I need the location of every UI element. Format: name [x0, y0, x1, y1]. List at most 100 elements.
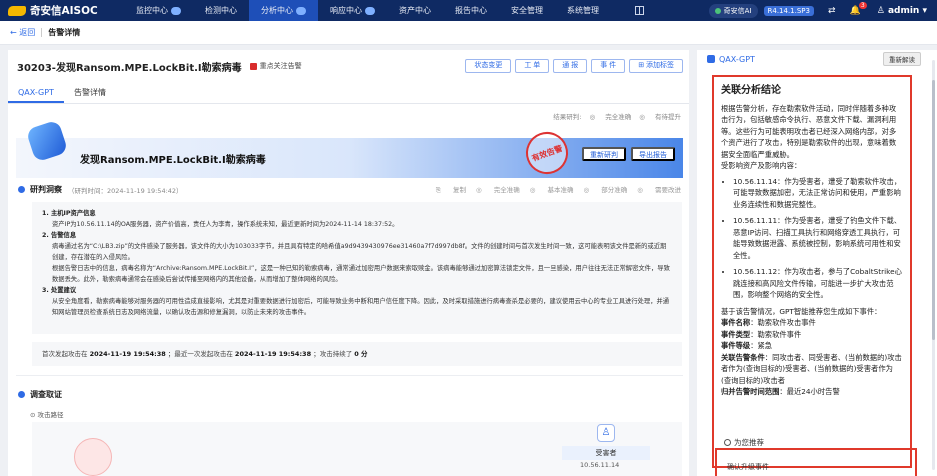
feedback-full[interactable]: ◎ 完全准确 — [476, 184, 520, 195]
nav-label: 报告中心 — [455, 6, 487, 15]
nav-item-assets[interactable]: 资产中心 — [387, 0, 443, 21]
scrollbar-thumb[interactable] — [932, 80, 935, 340]
feedback-label: 需要改进 — [655, 186, 681, 194]
result-intro: 根据告警分析，存在勒索软件活动，同时伴随着多种攻击行为，包括敏感命令执行、恶意文… — [721, 103, 897, 159]
summary-text: 首次发起攻击在 — [42, 350, 88, 358]
plus-icon: ⊞ — [638, 62, 646, 69]
event-field: 事件类型：勒索软件事件 — [721, 329, 802, 339]
flag-icon — [249, 62, 257, 70]
attack-path-graph[interactable]: ♙ 受害者 10.56.11.14 — [32, 422, 682, 476]
transfer-icon[interactable]: ⇄ — [828, 6, 836, 16]
user-menu[interactable]: ♙ admin ▾ — [877, 6, 927, 16]
bell-icon[interactable]: 🔔 3 — [850, 1, 867, 16]
insight-feedback: ⎘ 复制 ◎ 完全准确 ◎ 基本准确 ◎ 部分准确 ◎ 需要改进 — [426, 184, 681, 195]
rating-option-label: 完全准确 — [605, 113, 632, 121]
nav-label: 安全管理 — [511, 6, 543, 15]
ai-badge-icon — [171, 6, 181, 15]
victim-label: 受害者 — [562, 446, 650, 460]
summary-text: ；攻击持续了 — [313, 350, 353, 358]
path-icon: ⊙ — [30, 411, 38, 419]
gpt-side-panel: QAX-GPT 重新解读 关联分析结论 根据告警分析，存在勒索软件活动，同时伴随… — [697, 50, 937, 476]
apps-menu[interactable] — [611, 0, 656, 21]
nav-item-response[interactable]: 响应中心 — [318, 0, 387, 21]
field-value: 勒索软件事件 — [757, 329, 802, 339]
valid-alert-stamp: 有效告警 — [520, 126, 574, 180]
rating-label: 结果研判: — [553, 113, 582, 121]
breadcrumb: ← 返回 告警详情 — [0, 21, 937, 45]
hero-banner: 发现Ransom.MPE.LockBit.I勒索病毒 有效告警 重新研判 导出报… — [16, 119, 683, 180]
side-header: QAX-GPT 重新解读 — [697, 50, 937, 68]
nav-item-reports[interactable]: 报告中心 — [443, 0, 499, 21]
nav-item-security[interactable]: 安全管理 — [499, 0, 555, 21]
nav-item-system[interactable]: 系统管理 — [555, 0, 611, 21]
field-key: 事件名称 — [721, 318, 751, 327]
result-rating: 结果研判: ◎ 完全准确 ◎ 有待提升 — [8, 106, 689, 126]
section-title: 研判洞察 — [30, 185, 62, 194]
confirm-upgrade-event[interactable]: 确认升级事件 — [727, 462, 769, 472]
section-text: 资产IP为10.56.11.14的OA服务器，资产价值高，责任人为李青，操作系统… — [52, 221, 399, 228]
list-item: 10.56.11.14：作为受害者，遭受了勒索软件攻击，可能导致数据加密，无法正… — [733, 176, 903, 211]
first-attack-time: 2024-11-19 19:54:38 — [89, 350, 166, 358]
feedback-partial[interactable]: ◎ 部分准确 — [584, 184, 628, 195]
export-report-button[interactable]: 导出报告 — [631, 147, 675, 161]
nav-label: 分析中心 — [261, 6, 293, 15]
tab-alert-detail[interactable]: 告警详情 — [64, 82, 116, 103]
gear-icon — [18, 391, 25, 398]
status-change-button[interactable]: 状态变更 — [465, 59, 512, 73]
add-tag-button[interactable]: ⊞ 添加标签 — [629, 59, 683, 73]
username: admin — [887, 5, 920, 16]
ai-toggle[interactable]: 奇安信AI — [708, 3, 758, 18]
summary-text: ；最近一次发起攻击在 — [167, 350, 233, 358]
field-value: 勒索软件攻击事件 — [757, 318, 816, 327]
reanalyze-button[interactable]: 重新研判 — [582, 147, 626, 161]
hero-title: 发现Ransom.MPE.LockBit.I勒索病毒 — [80, 154, 266, 166]
back-link[interactable]: ← 返回 — [10, 27, 35, 38]
last-attack-time: 2024-11-19 19:54:38 — [234, 350, 312, 358]
insight-heading: 研判洞察 （研判时间：2024-11-19 19:54:42） — [18, 184, 183, 195]
nav-label: 检测中心 — [205, 6, 237, 15]
nav-item-monitor[interactable]: 监控中心 — [124, 0, 193, 21]
event-field: 归并告警时间范围：最近24小时告警 — [721, 387, 840, 396]
page-title: 告警详情 — [48, 28, 81, 37]
field-key: 关联告警条件 — [721, 352, 765, 362]
detail-tabs: QAX-GPT 告警详情 — [8, 82, 689, 104]
notify-button[interactable]: 通 报 — [553, 59, 588, 73]
rating-option-label: 有待提升 — [655, 113, 681, 121]
event-field: 事件名称：勒索软件攻击事件 — [721, 318, 816, 327]
nav-item-analysis[interactable]: 分析中心 — [249, 0, 318, 21]
alert-actions: 状态变更 工 单 通 报 事 件 ⊞ 添加标签 — [461, 59, 689, 73]
feedback-basic[interactable]: ◎ 基本准确 — [530, 184, 574, 195]
recommend-text: 为您推荐 — [734, 438, 764, 447]
victim-node-icon[interactable]: ♙ — [597, 424, 615, 442]
divider — [16, 375, 683, 376]
tab-qax-gpt[interactable]: QAX-GPT — [8, 82, 64, 103]
insight-content: 1. 主机IP资产信息 资产IP为10.56.11.14的OA服务器，资产价值高… — [32, 202, 682, 334]
notification-count: 3 — [858, 1, 867, 9]
top-navbar: 奇安信AISOC 监控中心 检测中心 分析中心 响应中心 资产中心 报告中心 安… — [0, 0, 937, 21]
nav-item-detection[interactable]: 检测中心 — [193, 0, 249, 21]
rating-accurate[interactable]: ◎ 完全准确 — [590, 111, 632, 121]
investigation-heading: 调查取证 — [18, 389, 62, 400]
app-logo[interactable]: 奇安信AISOC — [0, 3, 124, 18]
feedback-improve[interactable]: ◎ 需要改进 — [637, 184, 681, 195]
ai-badge-icon — [296, 6, 306, 15]
ai-badge-icon — [365, 6, 375, 15]
reinterpret-button[interactable]: 重新解读 — [883, 52, 921, 66]
focus-toggle[interactable]: 重点关注告警 — [249, 61, 302, 71]
top-right-tools: 奇安信AI R4.14.1.SP3 ⇄ 🔔 3 ♙ admin ▾ — [708, 1, 937, 18]
attacker-node-icon[interactable] — [74, 438, 112, 476]
ai-label: 奇安信AI — [723, 6, 752, 15]
alert-title: 30203-发现Ransom.MPE.LockBit.I勒索病毒 — [17, 62, 242, 74]
copy-button[interactable]: ⎘ 复制 — [436, 184, 466, 195]
version-badge: R4.14.1.SP3 — [763, 5, 814, 16]
back-label: 返回 — [19, 28, 36, 37]
ticket-button[interactable]: 工 单 — [515, 59, 550, 73]
impact-heading: 受影响资产及影响内容： — [721, 161, 802, 170]
field-key: 事件等级 — [721, 341, 751, 350]
arrow-left-icon: ← — [10, 28, 20, 37]
gpt-logo-icon — [25, 119, 69, 163]
rating-improve[interactable]: ◎ 有待提升 — [639, 111, 681, 121]
event-button[interactable]: 事 件 — [591, 59, 626, 73]
qax-gpt-icon — [707, 55, 715, 63]
clock-icon — [724, 439, 731, 446]
